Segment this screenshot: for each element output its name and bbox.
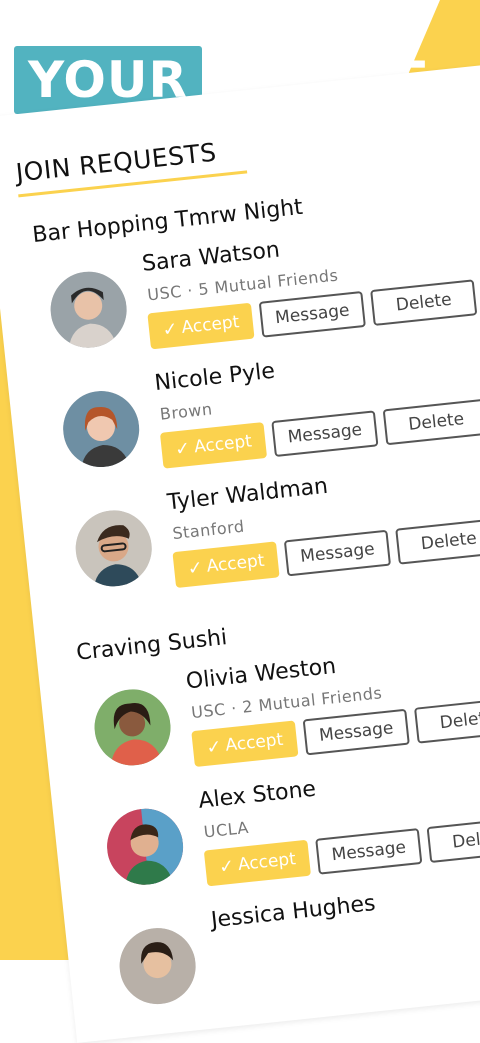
delete-button[interactable]: Delete — [414, 696, 480, 744]
accept-label: Accept — [237, 849, 297, 876]
check-icon: ✓ — [217, 855, 236, 878]
person-name[interactable]: Alex Stone — [197, 777, 317, 814]
message-button[interactable]: Message — [315, 828, 423, 875]
person-name[interactable]: Nicole Pyle — [153, 359, 276, 396]
accept-button[interactable]: ✓ Accept — [159, 422, 268, 469]
avatar[interactable] — [90, 685, 175, 770]
person-meta: Brown — [158, 399, 214, 424]
avatar[interactable] — [71, 506, 156, 591]
message-button[interactable]: Message — [302, 708, 410, 756]
avatar[interactable] — [115, 924, 200, 1008]
person-meta: Stanford — [171, 516, 246, 544]
delete-button[interactable]: Delete — [382, 398, 480, 446]
person-meta: UCLA — [202, 817, 250, 842]
accept-button[interactable]: ✓ Accept — [203, 839, 311, 887]
accept-button[interactable]: ✓ Accept — [172, 541, 280, 589]
accept-label: Accept — [224, 729, 285, 756]
delete-button[interactable]: Delete — [426, 816, 480, 864]
delete-button[interactable]: Delete — [370, 279, 478, 326]
check-icon: ✓ — [161, 318, 179, 341]
join-requests-card: JOIN REQUESTS Bar Hopping Tmrw Night Sar… — [0, 59, 480, 1043]
message-button[interactable]: Message — [283, 529, 392, 577]
check-icon: ✓ — [186, 556, 204, 580]
person-name[interactable]: Jessica Hughes — [210, 891, 377, 933]
message-button[interactable]: Message — [271, 410, 379, 458]
check-icon: ✓ — [205, 735, 223, 759]
accept-label: Accept — [180, 312, 241, 339]
section-title: JOIN REQUESTS — [14, 137, 218, 188]
accept-button[interactable]: ✓ Accept — [191, 720, 299, 768]
message-button[interactable]: Message — [258, 290, 366, 338]
avatar[interactable] — [103, 804, 187, 889]
accept-label: Accept — [205, 550, 266, 577]
accept-button[interactable]: ✓ Accept — [147, 302, 255, 350]
person-name[interactable]: Sara Watson — [141, 237, 281, 276]
accept-label: Accept — [193, 431, 253, 458]
avatar[interactable] — [59, 387, 143, 471]
person-name[interactable]: Tyler Waldman — [166, 474, 329, 516]
check-icon: ✓ — [174, 437, 192, 460]
person-name[interactable]: Olivia Weston — [185, 654, 337, 695]
delete-button[interactable]: Delete — [395, 517, 480, 565]
avatar[interactable] — [46, 267, 131, 352]
group-title: Craving Sushi — [75, 625, 229, 666]
